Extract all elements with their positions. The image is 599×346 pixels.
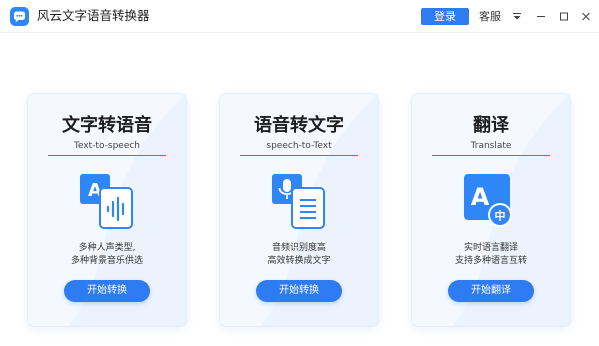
card-description: 音频识别度高 高效转换成文字 <box>220 242 378 268</box>
card-description: 实时语言翻译 支持多种语言互转 <box>412 242 570 268</box>
card-divider <box>432 155 550 156</box>
card-title: 语音转文字 <box>254 115 344 136</box>
login-button[interactable]: 登录 <box>421 8 469 25</box>
translate-icon: A 中 <box>458 174 524 230</box>
title-bar: 风云文字语音转换器 登录 客服 <box>0 0 599 33</box>
card-translate[interactable]: 翻译 Translate A 中 实时语言翻译 支持多种语言互转 开始翻译 <box>412 94 570 326</box>
customer-service-link[interactable]: 客服 <box>479 8 501 25</box>
speech-to-text-icon <box>266 174 332 230</box>
dropdown-menu-icon[interactable] <box>509 8 525 25</box>
main-area: 文字转语音 Text-to-speech A 多种人声类型, 多种背景音乐供选 … <box>0 34 599 346</box>
card-title: 文字转语音 <box>62 115 152 136</box>
text-to-speech-icon: A <box>74 174 140 230</box>
app-logo-icon <box>10 7 29 26</box>
svg-text:中: 中 <box>495 209 506 223</box>
start-convert-button[interactable]: 开始转换 <box>64 280 150 302</box>
close-icon[interactable] <box>578 8 594 25</box>
card-description-line: 实时语言翻译 <box>463 243 518 253</box>
minimize-icon[interactable] <box>533 8 549 25</box>
card-description: 多种人声类型, 多种背景音乐供选 <box>28 242 186 268</box>
app-title: 风云文字语音转换器 <box>37 8 150 23</box>
card-subtitle: Translate <box>470 141 512 151</box>
card-title: 翻译 <box>473 115 509 136</box>
start-convert-button[interactable]: 开始转换 <box>256 280 342 302</box>
card-description-line: 高效转换成文字 <box>267 256 331 266</box>
card-subtitle: Text-to-speech <box>73 141 141 151</box>
card-speech-to-text[interactable]: 语音转文字 speech-to-Text 音频识别度高 高效转换成文字 开始转换 <box>220 94 378 326</box>
card-subtitle: speech-to-Text <box>266 141 332 151</box>
card-divider <box>240 155 358 156</box>
svg-text:A: A <box>471 183 490 211</box>
card-description-line: 支持多种语言互转 <box>454 256 527 266</box>
card-description-line: 音频识别度高 <box>271 243 326 253</box>
card-divider <box>48 155 166 156</box>
card-description-line: 多种人声类型, <box>78 243 136 253</box>
maximize-icon[interactable] <box>556 8 572 25</box>
card-text-to-speech[interactable]: 文字转语音 Text-to-speech A 多种人声类型, 多种背景音乐供选 … <box>28 94 186 326</box>
start-translate-button[interactable]: 开始翻译 <box>448 280 534 302</box>
card-description-line: 多种背景音乐供选 <box>70 256 143 266</box>
